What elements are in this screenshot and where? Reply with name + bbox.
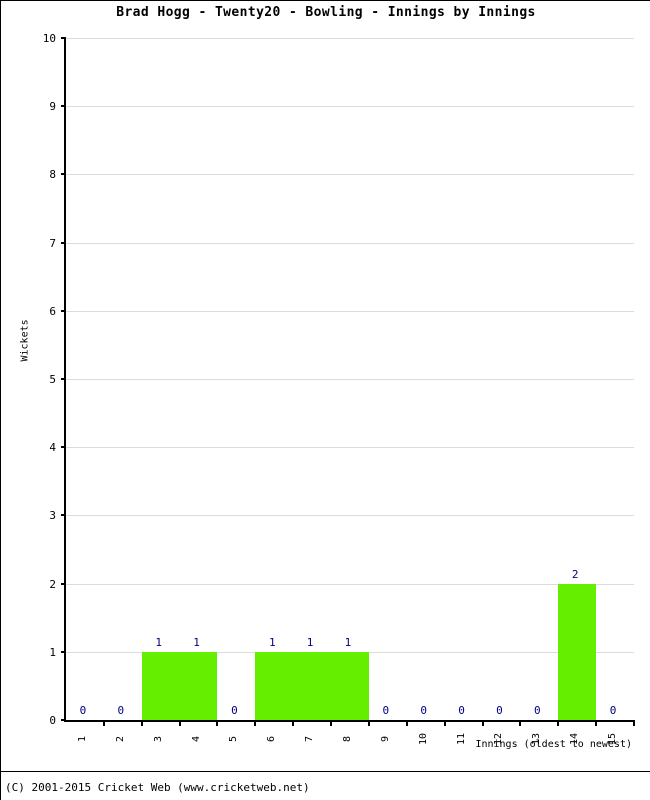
x-tick-mark xyxy=(443,720,446,726)
gridline xyxy=(66,174,634,176)
x-tick-label: 7 xyxy=(304,735,316,743)
bar-value-label: 0 xyxy=(420,704,428,717)
bar xyxy=(558,583,597,720)
bar-value-label: 0 xyxy=(534,704,541,717)
bar-value-label: 1 xyxy=(193,635,200,649)
y-tick-label: 3 xyxy=(49,509,56,523)
x-tick-label: 4 xyxy=(190,735,202,743)
bar xyxy=(179,651,218,720)
x-tick-mark xyxy=(140,720,143,726)
gridline xyxy=(66,242,634,244)
x-tick-mark xyxy=(557,720,560,726)
y-tick-label: 4 xyxy=(49,441,56,455)
x-tick-mark xyxy=(519,720,522,726)
y-axis-title: Wickets xyxy=(19,319,31,362)
y-tick-label: 0 xyxy=(49,714,56,727)
bar-value-label: 2 xyxy=(571,567,579,581)
gridline xyxy=(66,447,634,449)
plot-area xyxy=(61,37,635,726)
y-tick-label: 2 xyxy=(49,577,56,591)
x-tick-label: 2 xyxy=(114,735,126,743)
gridline xyxy=(66,38,634,39)
bar xyxy=(141,651,180,720)
bar-value-label: 1 xyxy=(268,635,276,649)
bar xyxy=(331,651,369,720)
y-tick-label: 8 xyxy=(49,168,56,182)
y-tick-mark xyxy=(61,173,66,176)
y-tick-mark xyxy=(61,719,66,721)
x-tick-mark xyxy=(633,720,635,726)
x-axis-title: Innings (oldest to newest) xyxy=(475,739,632,750)
y-tick-mark xyxy=(61,37,66,39)
x-tick-label: 6 xyxy=(266,735,278,743)
y-tick-label: 6 xyxy=(49,304,56,318)
footer-divider xyxy=(1,771,650,772)
y-tick-label: 1 xyxy=(49,645,56,659)
bar-value-label: 0 xyxy=(496,704,503,717)
x-tick-label: 9 xyxy=(379,735,391,743)
gridline xyxy=(66,310,634,312)
bar-value-label: 1 xyxy=(306,635,314,649)
x-tick-label: 3 xyxy=(152,735,164,743)
x-tick-mark xyxy=(405,720,408,726)
x-tick-mark xyxy=(481,720,484,726)
x-tick-mark xyxy=(102,720,105,726)
y-tick-label: 10 xyxy=(42,32,56,45)
y-tick-mark xyxy=(61,446,66,449)
y-tick-mark xyxy=(61,514,66,517)
bowling-innings-chart: Brad Hogg - Twenty20 - Bowling - Innings… xyxy=(0,0,650,800)
x-tick-label: 8 xyxy=(342,735,353,743)
bar-value-label: 0 xyxy=(79,704,87,717)
bar-value-label: 1 xyxy=(344,635,352,649)
chart-title: Brad Hogg - Twenty20 - Bowling - Innings… xyxy=(116,5,536,20)
gridline xyxy=(66,583,634,585)
y-tick-mark xyxy=(61,105,66,108)
gridline xyxy=(66,106,634,108)
x-tick-label: 10 xyxy=(417,732,429,746)
bar-value-label: 0 xyxy=(458,704,465,717)
x-tick-label: 5 xyxy=(228,735,240,743)
x-tick-mark xyxy=(216,720,219,726)
bar-value-label: 0 xyxy=(231,704,238,717)
gridline xyxy=(66,515,634,517)
y-tick-mark xyxy=(61,309,66,312)
y-tick-label: 5 xyxy=(49,373,56,386)
x-tick-label: 11 xyxy=(455,732,467,746)
x-tick-mark xyxy=(178,720,181,726)
x-tick-mark xyxy=(254,720,257,726)
gridline xyxy=(66,379,634,380)
y-tick-mark xyxy=(61,378,66,380)
bar-value-label: 0 xyxy=(117,704,125,717)
x-tick-mark xyxy=(595,720,598,726)
bar-value-label: 1 xyxy=(155,635,162,649)
y-tick-mark xyxy=(61,582,66,585)
x-tick-mark xyxy=(292,720,295,726)
y-tick-label: 7 xyxy=(49,236,56,250)
x-tick-mark xyxy=(330,720,333,726)
x-tick-mark xyxy=(367,720,370,726)
y-tick-mark xyxy=(61,650,66,653)
copyright-text: (C) 2001-2015 Cricket Web (www.cricketwe… xyxy=(5,781,310,794)
bar-value-label: 0 xyxy=(382,704,390,717)
bar xyxy=(255,651,294,720)
y-tick-label: 9 xyxy=(49,100,56,114)
bar-value-label: 0 xyxy=(609,704,617,717)
bar xyxy=(293,651,332,720)
x-tick-label: 1 xyxy=(76,735,88,743)
y-tick-mark xyxy=(61,241,66,244)
